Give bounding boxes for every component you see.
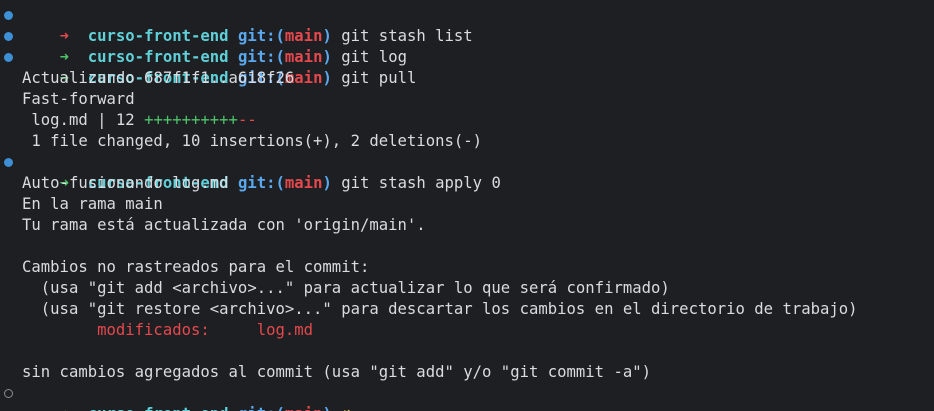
prompt-line: ➜ curso-front-end git:(main) git pull [0,47,934,87]
output-line: Cambios no rastreados para el commit: [22,258,370,276]
prompt-line: ➜ curso-front-end git:(main) git stash a… [0,152,934,192]
output-line: (usa "git add <archivo>..." para actuali… [22,279,670,297]
command-marker-icon[interactable] [4,53,13,62]
command-marker-icon[interactable] [4,158,13,167]
output-line: Actualizando 687f1f1..a618f26 [22,69,295,87]
command-marker-icon[interactable] [4,389,13,398]
prompt-line: ➜ curso-front-end git:(main) git log [0,26,934,66]
output-line: Fast-forward [22,90,135,108]
terminal-window[interactable]: ➜ curso-front-end git:(main) git stash l… [0,0,934,411]
prompt-line: ➜ curso-front-end git:(main) git stash l… [0,5,934,45]
output-line: Auto-fusionando log.md [22,174,229,192]
output-line: 1 file changed, 10 insertions(+), 2 dele… [22,132,483,150]
modified-label: modificados: [22,321,210,339]
prompt-branch: main [285,405,323,411]
output-line: sin cambios agregados al commit (usa "gi… [22,363,652,381]
prompt-line-current[interactable]: ➜ curso-front-end git:(main) ✗ [0,383,934,411]
diffstat-line: log.md | 12 ++++++++++-- [0,110,934,131]
diffstat-plus: ++++++++++ [144,111,238,129]
diffstat-minus: -- [237,111,257,129]
diffstat-file: log.md | 12 [22,111,145,129]
prompt-arrow-icon: ➜ [60,405,69,411]
output-line: (usa "git restore <archivo>..." para des… [22,300,858,318]
modified-file: log.md [209,321,314,339]
prompt-directory: curso-front-end [88,405,229,411]
command-marker-icon[interactable] [4,11,13,20]
modified-line: modificados: log.md [0,320,934,341]
command-marker-icon[interactable] [4,32,13,41]
prompt-git-close: ) [322,405,331,411]
dirty-x-icon: ✗ [341,405,350,411]
prompt-git-label: git:( [238,405,285,411]
output-line: Tu rama está actualizada con 'origin/mai… [22,216,426,234]
output-line: En la rama main [22,195,163,213]
